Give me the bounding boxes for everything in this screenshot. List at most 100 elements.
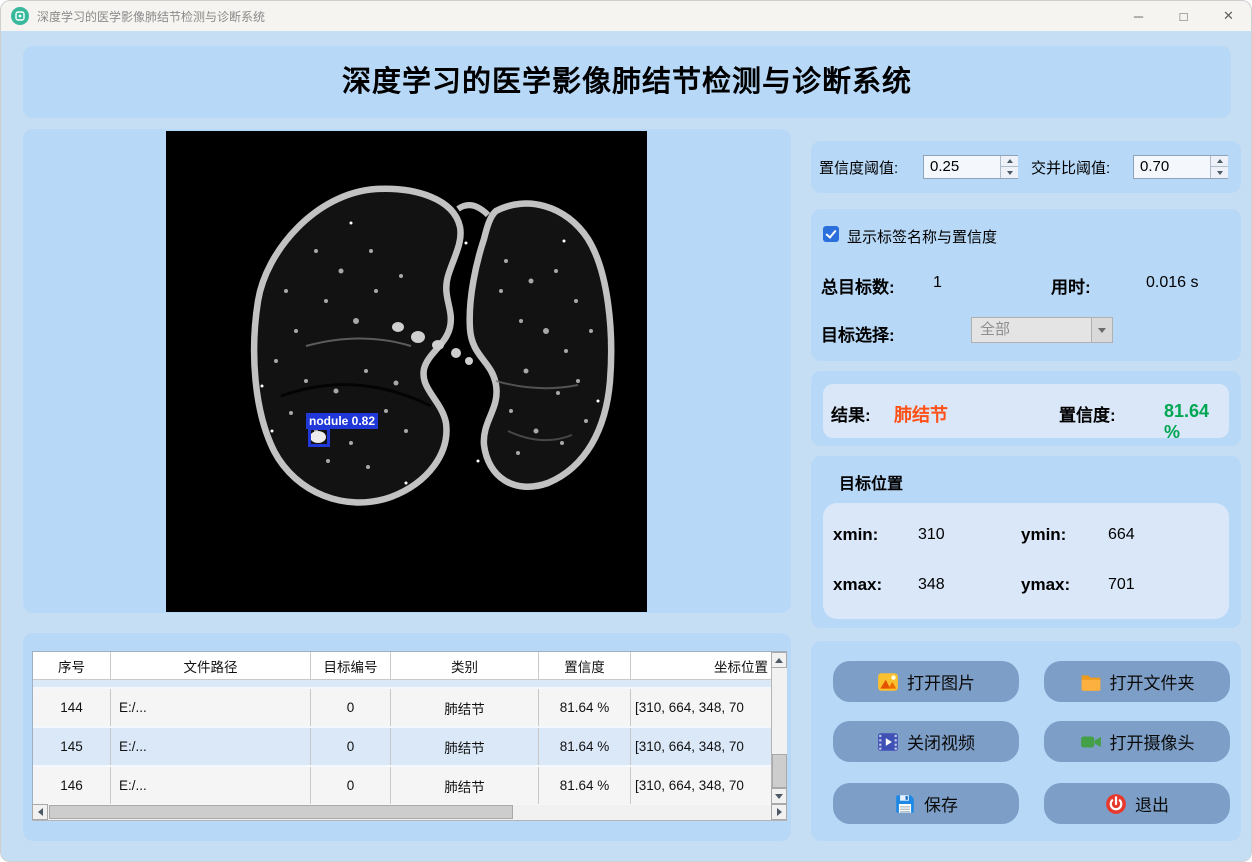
col-header-coords[interactable]: 坐标位置	[631, 652, 770, 679]
open-folder-label: 打开文件夹	[1109, 674, 1195, 693]
ymin-value: 664	[1108, 526, 1135, 543]
target-select-label: 目标选择:	[821, 326, 895, 345]
table-row[interactable]: 146 E:/... 0 肺结节 81.64 % [310, 664, 348,…	[33, 767, 786, 806]
vertical-scrollbar[interactable]	[771, 652, 787, 804]
open-camera-label: 打开摄像头	[1109, 734, 1195, 753]
col-header-target-id[interactable]: 目标编号	[311, 652, 391, 679]
confidence-threshold-label: 置信度阈值:	[819, 160, 899, 177]
result-inner-panel: 结果: 肺结节 置信度: 81.64 %	[823, 384, 1229, 442]
iou-threshold-spinbox[interactable]: 0.70	[1133, 155, 1228, 179]
col-header-confidence[interactable]: 置信度	[539, 652, 631, 679]
cell-index: 146	[33, 767, 111, 804]
image-viewer-card: nodule 0.82	[23, 129, 791, 613]
spin-down-button[interactable]	[1211, 167, 1228, 178]
open-folder-button[interactable]: 打开文件夹	[1044, 661, 1230, 702]
exit-button[interactable]: 退出	[1044, 783, 1230, 824]
time-label: 用时:	[1051, 278, 1091, 297]
thresholds-card: 置信度阈值: 0.25 交并比阈值: 0.70	[811, 141, 1241, 193]
options-card: 显示标签名称与置信度 总目标数: 1 用时: 0.016 s 目标选择: 全部	[811, 209, 1241, 361]
cell-confidence: 81.64 %	[539, 767, 631, 804]
cell-index: 145	[33, 728, 111, 765]
horizontal-scrollbar-thumb[interactable]	[49, 805, 513, 819]
spin-up-button[interactable]	[1001, 156, 1018, 167]
open-image-button[interactable]: 打开图片	[833, 661, 1019, 702]
save-icon	[896, 794, 914, 813]
result-value: 肺结节	[894, 405, 948, 425]
ct-image: nodule 0.82	[166, 131, 647, 612]
scroll-right-button[interactable]	[771, 804, 787, 820]
page-title: 深度学习的医学影像肺结节检测与诊断系统	[341, 66, 912, 98]
iou-threshold-value[interactable]: 0.70	[1140, 156, 1169, 178]
close-video-button[interactable]: 关闭视频	[833, 721, 1019, 762]
table-row-partial	[33, 680, 786, 689]
cell-coords: [310, 664, 348, 70	[635, 700, 744, 715]
result-label: 结果:	[831, 406, 871, 425]
show-labels-label: 显示标签名称与置信度	[847, 229, 998, 246]
save-label: 保存	[924, 796, 958, 815]
show-labels-checkbox[interactable]	[823, 226, 839, 242]
exit-label: 退出	[1135, 796, 1169, 815]
cell-filepath: E:/...	[111, 728, 311, 765]
cell-coords: [310, 664, 348, 70	[635, 778, 744, 793]
ymax-label: ymax:	[1021, 575, 1071, 594]
scroll-left-button[interactable]	[32, 804, 48, 820]
scroll-down-button[interactable]	[771, 788, 787, 804]
cell-index: 144	[33, 689, 111, 726]
total-targets-label: 总目标数:	[821, 278, 895, 297]
confidence-threshold-spinbox[interactable]: 0.25	[923, 155, 1018, 179]
actions-card: 打开图片 打开文件夹 关闭视频 打开摄像头 保存 退出	[811, 641, 1241, 841]
scroll-up-button[interactable]	[771, 652, 787, 668]
video-icon	[878, 732, 898, 751]
xmin-value: 310	[918, 526, 945, 543]
table-header-row: 序号 文件路径 目标编号 类别 置信度 坐标位置	[33, 652, 786, 680]
xmax-label: xmax:	[833, 575, 883, 594]
save-button[interactable]: 保存	[833, 783, 1019, 824]
table-row[interactable]: 144 E:/... 0 肺结节 81.64 % [310, 664, 348,…	[33, 689, 786, 728]
minimize-button[interactable]: ─	[1116, 1, 1161, 31]
spin-up-button[interactable]	[1211, 156, 1228, 167]
result-confidence-label: 置信度:	[1059, 406, 1116, 425]
vertical-scrollbar-thumb[interactable]	[772, 754, 787, 788]
cell-filepath: E:/...	[111, 689, 311, 726]
xmax-value: 348	[918, 576, 945, 593]
open-camera-button[interactable]: 打开摄像头	[1044, 721, 1230, 762]
window-title: 深度学习的医学影像肺结节检测与诊断系统	[37, 9, 266, 24]
result-card: 结果: 肺结节 置信度: 81.64 %	[811, 371, 1241, 446]
confidence-threshold-value[interactable]: 0.25	[930, 156, 959, 178]
cell-filepath: E:/...	[111, 767, 311, 804]
cell-confidence: 81.64 %	[539, 728, 631, 765]
power-icon	[1106, 793, 1126, 814]
cell-target-id: 0	[311, 767, 391, 804]
header-card: 深度学习的医学影像肺结节检测与诊断系统	[23, 46, 1231, 118]
table-card: 序号 文件路径 目标编号 类别 置信度 坐标位置 144 E:/... 0 肺结…	[23, 633, 791, 841]
titlebar: 深度学习的医学影像肺结节检测与诊断系统 ─ □ ✕	[1, 1, 1251, 31]
window-controls: ─ □ ✕	[1116, 1, 1251, 31]
spin-down-button[interactable]	[1001, 167, 1018, 178]
close-video-label: 关闭视频	[907, 734, 975, 753]
cell-target-id: 0	[311, 728, 391, 765]
image-icon	[878, 672, 898, 691]
lung-ct-scan	[166, 131, 647, 612]
ymin-label: ymin:	[1021, 525, 1067, 544]
dropdown-arrow-button[interactable]	[1091, 318, 1112, 342]
target-position-card: 目标位置 xmin: 310 ymin: 664 xmax: 348 ymax:…	[811, 456, 1241, 628]
target-select-dropdown[interactable]: 全部	[971, 317, 1113, 343]
maximize-button[interactable]: □	[1161, 1, 1206, 31]
target-position-title: 目标位置	[839, 476, 904, 493]
col-header-filepath[interactable]: 文件路径	[111, 652, 311, 679]
horizontal-scrollbar[interactable]	[32, 804, 787, 821]
detection-bounding-box	[308, 427, 330, 447]
main-content: 深度学习的医学影像肺结节检测与诊断系统 nodule 0.82 序号 文件路径 …	[1, 31, 1251, 861]
open-image-label: 打开图片	[907, 674, 975, 693]
table-row[interactable]: 145 E:/... 0 肺结节 81.64 % [310, 664, 348,…	[33, 728, 786, 767]
detections-table: 序号 文件路径 目标编号 类别 置信度 坐标位置 144 E:/... 0 肺结…	[32, 651, 787, 821]
close-button[interactable]: ✕	[1206, 1, 1251, 31]
app-icon	[11, 7, 29, 25]
iou-threshold-label: 交并比阈值:	[1031, 160, 1111, 177]
total-targets-value: 1	[933, 274, 942, 291]
camera-icon	[1080, 736, 1101, 747]
cell-coords: [310, 664, 348, 70	[635, 739, 744, 754]
app-window: 深度学习的医学影像肺结节检测与诊断系统 ─ □ ✕ 深度学习的医学影像肺结节检测…	[0, 0, 1252, 862]
col-header-index[interactable]: 序号	[33, 652, 111, 679]
col-header-class[interactable]: 类别	[391, 652, 539, 679]
